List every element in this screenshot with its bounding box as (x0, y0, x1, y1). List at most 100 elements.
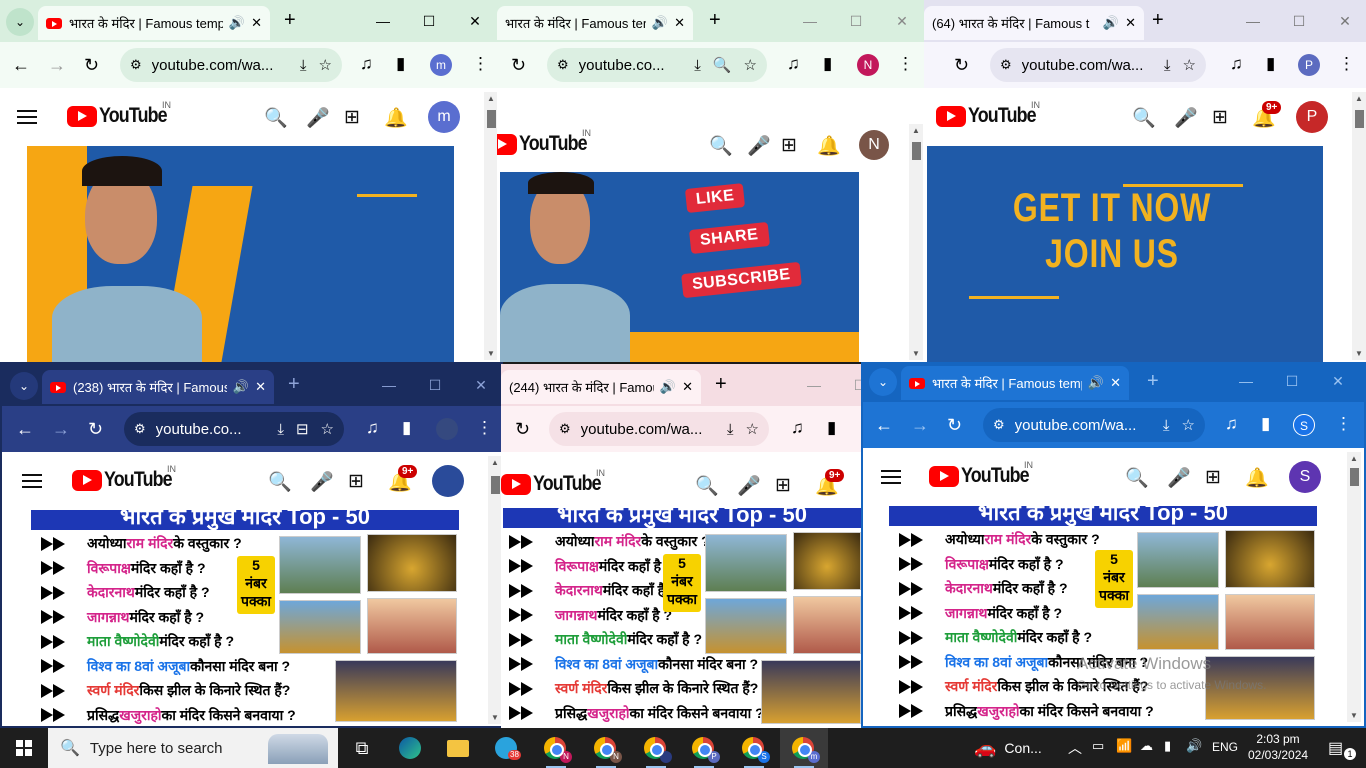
youtube-logo[interactable]: YouTube IN (936, 100, 1048, 128)
create-video-icon[interactable]: ⊞ (344, 106, 360, 129)
tab-active[interactable]: (238) भारत के मंदिर | Famous 🔊 ✕ (42, 370, 274, 404)
scrollbar[interactable]: ▲ ▼ (909, 124, 923, 360)
notifications-bell-icon[interactable]: 🔔 9+ (1252, 101, 1282, 130)
address-bar[interactable]: ⚙ youtube.co... ⤓ ⊟ ☆ (124, 412, 344, 446)
address-bar[interactable]: ⚙ youtube.com/wa... ⤓ ☆ (120, 48, 342, 82)
profile-avatar[interactable] (436, 418, 458, 440)
hamburger-menu-icon[interactable] (22, 474, 42, 488)
address-bar[interactable]: ⚙ youtube.co... ⤓ 🔍 ☆ (547, 48, 767, 82)
chrome-menu-icon[interactable]: ⋮ (1338, 54, 1355, 74)
chrome-app-5[interactable]: S (730, 728, 778, 768)
back-button[interactable]: ← (12, 54, 30, 76)
install-app-icon[interactable]: ⤓ (1164, 57, 1171, 74)
minimize-button[interactable]: — (1230, 0, 1276, 42)
create-video-icon[interactable]: ⊞ (348, 470, 364, 493)
reload-button[interactable]: ↻ (947, 414, 962, 436)
install-app-icon[interactable]: ⤓ (1163, 417, 1170, 434)
reload-button[interactable]: ↻ (84, 54, 99, 76)
speaker-icon[interactable]: 🔊 (660, 379, 676, 395)
file-explorer-app[interactable] (434, 728, 482, 768)
install-app-icon[interactable]: ⤓ (727, 421, 734, 438)
search-icon[interactable]: 🔍 (1132, 106, 1156, 130)
chrome-app-4[interactable]: P (680, 728, 728, 768)
cloud-icon[interactable]: ☁ (1140, 738, 1153, 754)
media-control-icon[interactable]: ♫ (360, 54, 373, 74)
notifications-bell-icon[interactable]: 🔔 (1245, 466, 1269, 490)
maximize-button[interactable]: ☐ (1276, 0, 1322, 42)
minimize-button[interactable]: — (791, 364, 837, 406)
youtube-logo[interactable]: YouTube IN (497, 128, 599, 156)
reload-button[interactable]: ↻ (88, 418, 103, 440)
microphone-icon[interactable]: 🎤 (1174, 106, 1198, 130)
video-player[interactable]: LIKE SHARE SUBSCRIBE (500, 172, 859, 362)
tab-search-button[interactable]: ⌄ (869, 368, 897, 396)
bookmark-star-icon[interactable]: ☆ (319, 56, 332, 74)
address-bar[interactable]: ⚙ youtube.com/wa... ⤓ ☆ (549, 412, 769, 446)
close-window-button[interactable]: ✕ (452, 0, 498, 42)
maximize-button[interactable]: ☐ (837, 364, 863, 406)
video-player[interactable]: भारत के प्रमुख मंदिर Top - 50 अयोध्या रा… (31, 510, 459, 724)
weather-widget[interactable]: 🚗 Con... (974, 728, 1042, 768)
side-panel-icon[interactable]: ▮ (827, 418, 836, 438)
profile-avatar[interactable]: m (430, 54, 452, 76)
media-control-icon[interactable]: ♫ (1230, 54, 1243, 74)
speaker-icon[interactable]: 🔊 (652, 15, 668, 31)
battery-icon[interactable]: ▮ (1164, 738, 1171, 754)
account-avatar[interactable]: S (1289, 461, 1321, 493)
media-control-icon[interactable]: ♫ (366, 418, 379, 438)
forward-button[interactable]: → (911, 414, 929, 436)
tab-close-icon[interactable]: ✕ (1125, 15, 1136, 31)
notification-center-button[interactable]: ▤ 1 (1320, 728, 1360, 768)
close-window-button[interactable]: ✕ (879, 0, 925, 42)
speaker-icon[interactable]: 🔊 (233, 379, 249, 395)
create-video-icon[interactable]: ⊞ (775, 474, 791, 497)
search-icon[interactable]: 🔍 (709, 134, 733, 158)
maximize-button[interactable]: ☐ (406, 0, 452, 42)
microphone-icon[interactable]: 🎤 (1167, 466, 1191, 490)
notifications-bell-icon[interactable]: 🔔 9+ (388, 465, 418, 494)
media-control-icon[interactable]: ♫ (1225, 414, 1238, 434)
install-app-icon[interactable]: ⤓ (694, 57, 701, 74)
video-player[interactable]: GET IT NOW JOIN US (927, 146, 1323, 362)
create-video-icon[interactable]: ⊞ (1212, 106, 1228, 129)
task-view-button[interactable]: ⧉ (338, 728, 386, 768)
minimize-button[interactable]: — (787, 0, 833, 42)
notifications-bell-icon[interactable]: 🔔 9+ (815, 469, 845, 498)
search-icon[interactable]: 🔍 (268, 470, 292, 494)
clock[interactable]: 2:03 pm 02/03/2024 (1248, 731, 1308, 763)
install-app-icon[interactable]: ⤓ (300, 57, 307, 74)
new-tab-button[interactable]: + (1147, 370, 1159, 393)
microphone-icon[interactable]: 🎤 (306, 106, 330, 130)
address-bar[interactable]: ⚙ youtube.com/wa... ⤓ ☆ (983, 408, 1205, 442)
new-tab-button[interactable]: + (1152, 9, 1164, 32)
microphone-icon[interactable]: 🎤 (747, 134, 771, 158)
maximize-button[interactable]: ☐ (833, 0, 879, 42)
tab-close-icon[interactable]: ✕ (674, 15, 685, 31)
search-icon[interactable]: 🔍 (264, 106, 288, 130)
maximize-button[interactable]: ☐ (1269, 364, 1315, 402)
profile-avatar[interactable]: N (857, 54, 879, 76)
side-panel-icon[interactable]: ▮ (1261, 414, 1270, 434)
zoom-icon[interactable]: 🔍 (713, 56, 732, 74)
reload-button[interactable]: ↻ (515, 418, 530, 440)
tab-close-icon[interactable]: ✕ (255, 379, 266, 395)
account-avatar[interactable]: P (1296, 101, 1328, 133)
account-avatar[interactable]: N (859, 130, 889, 160)
site-info-icon[interactable]: ⚙ (134, 421, 146, 437)
reload-button[interactable]: ↻ (954, 54, 969, 76)
forward-button[interactable]: → (52, 418, 70, 440)
volume-icon[interactable]: 🔊 (1186, 738, 1202, 754)
chrome-menu-icon[interactable]: ⋮ (472, 54, 489, 74)
forward-button[interactable]: → (48, 54, 66, 76)
tab-active[interactable]: भारत के मंदिर | Famous temp 🔊 ✕ (38, 6, 270, 40)
new-tab-button[interactable]: + (709, 9, 721, 32)
install-app-icon[interactable]: ⤓ (277, 421, 284, 438)
search-icon[interactable]: 🔍 (695, 474, 719, 498)
chrome-app-1[interactable]: N (532, 728, 580, 768)
scrollbar[interactable]: ▲ ▼ (484, 92, 498, 360)
profile-avatar[interactable]: S (1293, 414, 1315, 436)
create-video-icon[interactable]: ⊞ (1205, 466, 1221, 489)
minimize-button[interactable]: — (360, 0, 406, 42)
account-avatar[interactable] (432, 465, 464, 497)
back-button[interactable]: ← (16, 418, 34, 440)
